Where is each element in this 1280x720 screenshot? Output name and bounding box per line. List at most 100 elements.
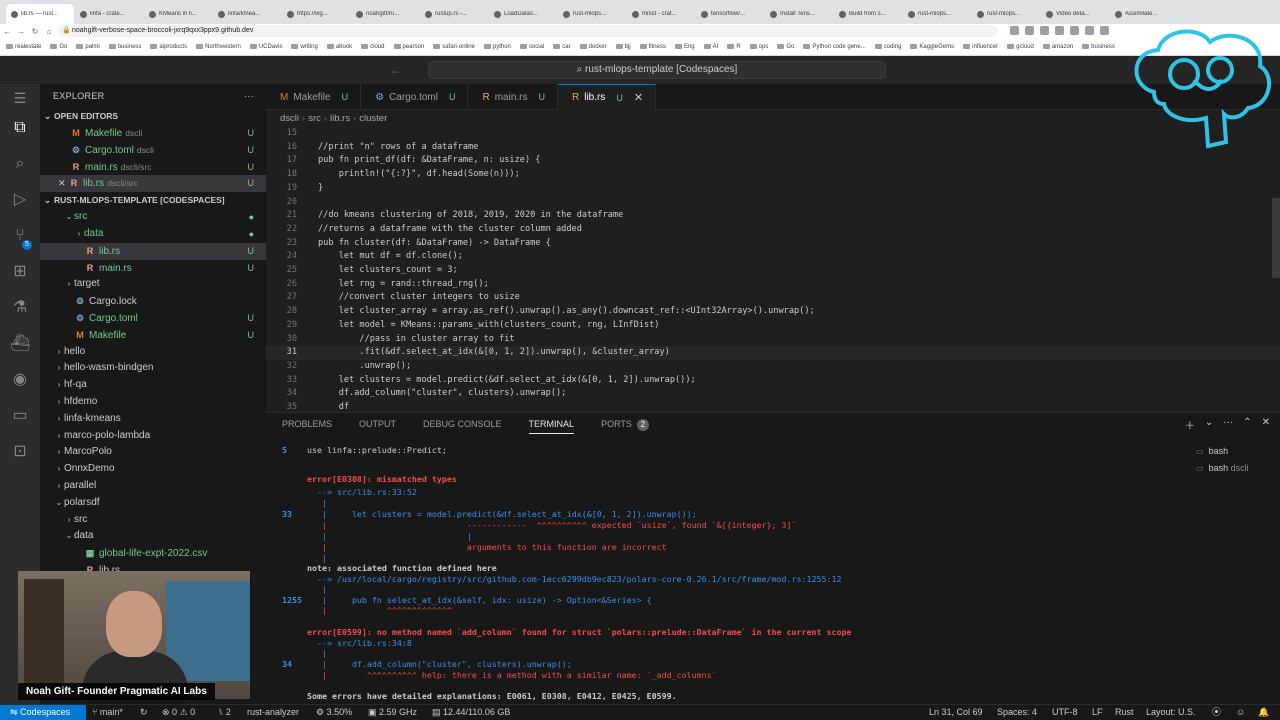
file-tree-item[interactable]: ▦ global-life-expt-2022.csv — [40, 545, 266, 562]
file-tree-item[interactable]: Rmain.rs U — [40, 260, 266, 277]
search-icon[interactable]: ⌕ — [10, 154, 30, 174]
ports-indicator[interactable]: ⑊ 2 — [218, 705, 231, 720]
code-editor[interactable]: 15 16 //print "n" rows of a dataframe 17 pub… — [266, 128, 1280, 412]
file-tree-item[interactable]: › hf-qa — [40, 377, 266, 394]
keyboard-layout[interactable]: Layout: U.S. — [1146, 705, 1196, 720]
bookmark-item[interactable]: gcloud — [1007, 44, 1034, 50]
indentation[interactable]: Spaces: 4 — [997, 705, 1037, 720]
extension-icon[interactable] — [1085, 26, 1094, 35]
file-tree-item[interactable]: ⚙ Cargo.lock — [40, 293, 266, 310]
more-actions-icon[interactable]: ··· — [244, 84, 254, 108]
file-tree-item[interactable]: Rlib.rs U — [40, 242, 266, 260]
bookmark-item[interactable]: cloud — [361, 44, 385, 50]
testing-icon[interactable]: ⚗ — [10, 298, 30, 318]
bookmark-item[interactable]: Go — [50, 44, 67, 50]
back-icon[interactable]: ← — [0, 27, 14, 36]
workspace-section[interactable]: ⌄ RUST-MLOPS-TEMPLATE [CODESPACES] — [40, 192, 266, 209]
eol[interactable]: LF — [1092, 705, 1103, 720]
bookmark-item[interactable]: Go — [777, 44, 794, 50]
open-editor-item[interactable]: M Makefile dscli U — [40, 125, 266, 142]
bookmark-item[interactable]: business — [1082, 44, 1115, 50]
editor-tab[interactable]: Rmain.rs U — [468, 84, 558, 110]
file-tree-item[interactable]: › MarcoPolo — [40, 444, 266, 461]
editor-tab[interactable]: ⚙ Cargo.toml U — [361, 84, 469, 110]
extension-icon[interactable] — [1025, 26, 1034, 35]
file-tree-item[interactable]: › hello — [40, 344, 266, 361]
feedback-icon[interactable]: ☺ — [1236, 705, 1245, 720]
url-bar[interactable]: 🔒 noahgift-verbose-space-broccoli-jxrq9q… — [58, 25, 998, 37]
browser-tab[interactable]: LoadDatas... — [489, 4, 557, 24]
bookmark-item[interactable]: abook — [326, 44, 352, 50]
breadcrumb-item[interactable]: src — [308, 113, 321, 124]
reload-icon[interactable]: ↻ — [28, 27, 42, 36]
panel-tab[interactable]: OUTPUT — [359, 419, 396, 434]
bookmark-item[interactable]: Python code gene... — [803, 44, 866, 50]
maximize-panel-icon[interactable]: ⌃ — [1243, 417, 1251, 432]
extensions-icon[interactable]: ⊞ — [10, 262, 30, 282]
open-editors-section[interactable]: ⌄ OPEN EDITORS — [40, 108, 266, 125]
docker-icon[interactable]: ⛴ — [10, 334, 30, 354]
terminal-item[interactable]: ▭ bash dscli — [1196, 460, 1249, 477]
file-tree-item[interactable]: ⚙ Cargo.toml U — [40, 310, 266, 327]
browser-tab[interactable]: https://wg... — [282, 4, 350, 24]
bookmark-item[interactable]: Northwestern — [196, 44, 241, 50]
bookmark-item[interactable]: influencer — [963, 44, 998, 50]
explorer-icon[interactable]: ⧉ — [10, 118, 30, 138]
breadcrumb-item[interactable]: lib.rs — [330, 113, 350, 124]
open-editor-item[interactable]: ⚙ Cargo.toml dscli U — [40, 142, 266, 159]
file-tree-item[interactable]: › hfdemo — [40, 394, 266, 411]
notifications-icon[interactable]: 🔔 — [1258, 705, 1269, 720]
file-tree-item[interactable]: › data ● — [40, 226, 266, 243]
new-terminal-icon[interactable]: ＋ — [1185, 417, 1195, 432]
panel-tab[interactable]: DEBUG CONSOLE — [423, 419, 502, 434]
bookmark-item[interactable]: writing — [291, 44, 318, 50]
bookmark-item[interactable]: safari-online — [433, 44, 475, 50]
bookmark-item[interactable]: bjj — [615, 44, 631, 50]
browser-tab[interactable]: linfa - crate... — [75, 4, 143, 24]
browser-tab[interactable]: rust-mlops... — [972, 4, 1040, 24]
bookmark-item[interactable]: UCDavis — [249, 44, 282, 50]
remote-indicator[interactable]: ⇋ Codespaces — [0, 705, 86, 720]
menu-icon[interactable]: ☰ — [10, 88, 30, 108]
file-tree-item[interactable]: › marco-polo-lambda — [40, 428, 266, 445]
file-tree-item[interactable]: › linfa-kmeans — [40, 411, 266, 428]
run-debug-icon[interactable]: ▷ — [10, 190, 30, 210]
bookmark-item[interactable]: realestate — [6, 44, 41, 50]
browser-tab[interactable]: rustup.rs -... — [420, 4, 488, 24]
close-icon[interactable]: ✕ — [58, 175, 68, 192]
browser-tab[interactable]: KMeans in li... — [144, 4, 212, 24]
bookmark-item[interactable]: Eng — [674, 44, 695, 50]
branch-indicator[interactable]: ⑂ main* — [92, 705, 123, 720]
forward-icon[interactable]: → — [14, 27, 28, 36]
browser-tab[interactable]: rust-mlops... — [558, 4, 626, 24]
extension-icon[interactable] — [1055, 26, 1064, 35]
extension-view-icon[interactable]: ⊡ — [10, 442, 30, 462]
terminal-item[interactable]: ▭ bash — [1196, 443, 1249, 460]
cursor-position[interactable]: Ln 31, Col 69 — [929, 705, 983, 720]
editor-tab[interactable]: Rlib.rs U ✕ — [558, 84, 657, 110]
browser-tab[interactable]: linfa/kmea... — [213, 4, 281, 24]
bookmark-item[interactable]: ops — [749, 44, 768, 50]
extension-icon[interactable] — [1100, 26, 1109, 35]
browser-tab[interactable]: Build from s... — [834, 4, 902, 24]
file-tree-item[interactable]: ⌄ src ● — [40, 209, 266, 226]
browser-tab[interactable]: Video deta... — [1041, 4, 1109, 24]
panel-tab[interactable]: TERMINAL — [528, 419, 575, 434]
breadcrumb-item[interactable]: dscli — [280, 113, 299, 124]
file-tree-item[interactable]: ⌄ data — [40, 528, 266, 545]
home-icon[interactable]: ⌂ — [42, 27, 56, 36]
bookmark-item[interactable]: AI — [703, 44, 718, 50]
panel-tab[interactable]: PORTS 2 — [601, 419, 649, 434]
extension-icon[interactable] — [1040, 26, 1049, 35]
bookmark-item[interactable]: pearson — [393, 44, 424, 50]
panel-tab[interactable]: PROBLEMS — [282, 419, 332, 434]
browser-tab[interactable]: lib.rs — rust... — [6, 4, 74, 24]
file-tree-item[interactable]: › src — [40, 512, 266, 529]
bookmark-item[interactable]: fitness — [639, 44, 666, 50]
terminal-output[interactable]: 5 use linfa::prelude::Predict; error[E03… — [282, 445, 1182, 703]
bookmark-item[interactable]: docker — [579, 44, 607, 50]
extension-icon[interactable] — [1010, 26, 1019, 35]
sync-icon[interactable]: ↻ — [140, 705, 148, 720]
bookmark-item[interactable]: R — [727, 44, 741, 50]
bookmark-item[interactable]: coding — [874, 44, 901, 50]
